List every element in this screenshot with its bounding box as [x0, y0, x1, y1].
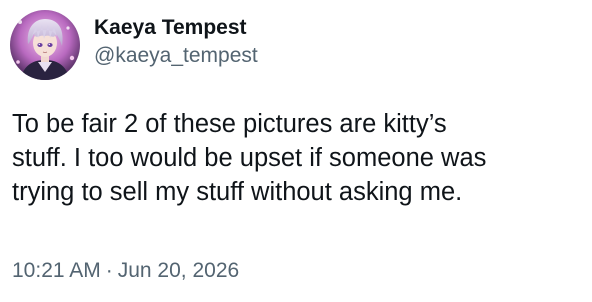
user-handle[interactable]: @kaeya_tempest [94, 41, 258, 71]
tweet-time[interactable]: 10:21 AM [12, 259, 101, 282]
tweet-timestamp: 10:21 AM · Jun 20, 2026 [12, 257, 239, 285]
display-name[interactable]: Kaeya Tempest [94, 15, 258, 41]
avatar[interactable] [10, 10, 80, 80]
tweet-header: Kaeya Tempest @kaeya_tempest [10, 10, 258, 80]
tweet-card: Kaeya Tempest @kaeya_tempest To be fair … [0, 0, 592, 302]
tweet-date[interactable]: Jun 20, 2026 [118, 259, 239, 282]
meta-separator: · [105, 259, 113, 282]
author-names: Kaeya Tempest @kaeya_tempest [94, 15, 258, 71]
anime-character-avatar-icon [10, 10, 80, 80]
tweet-text: To be fair 2 of these pictures are kitty… [12, 110, 487, 206]
